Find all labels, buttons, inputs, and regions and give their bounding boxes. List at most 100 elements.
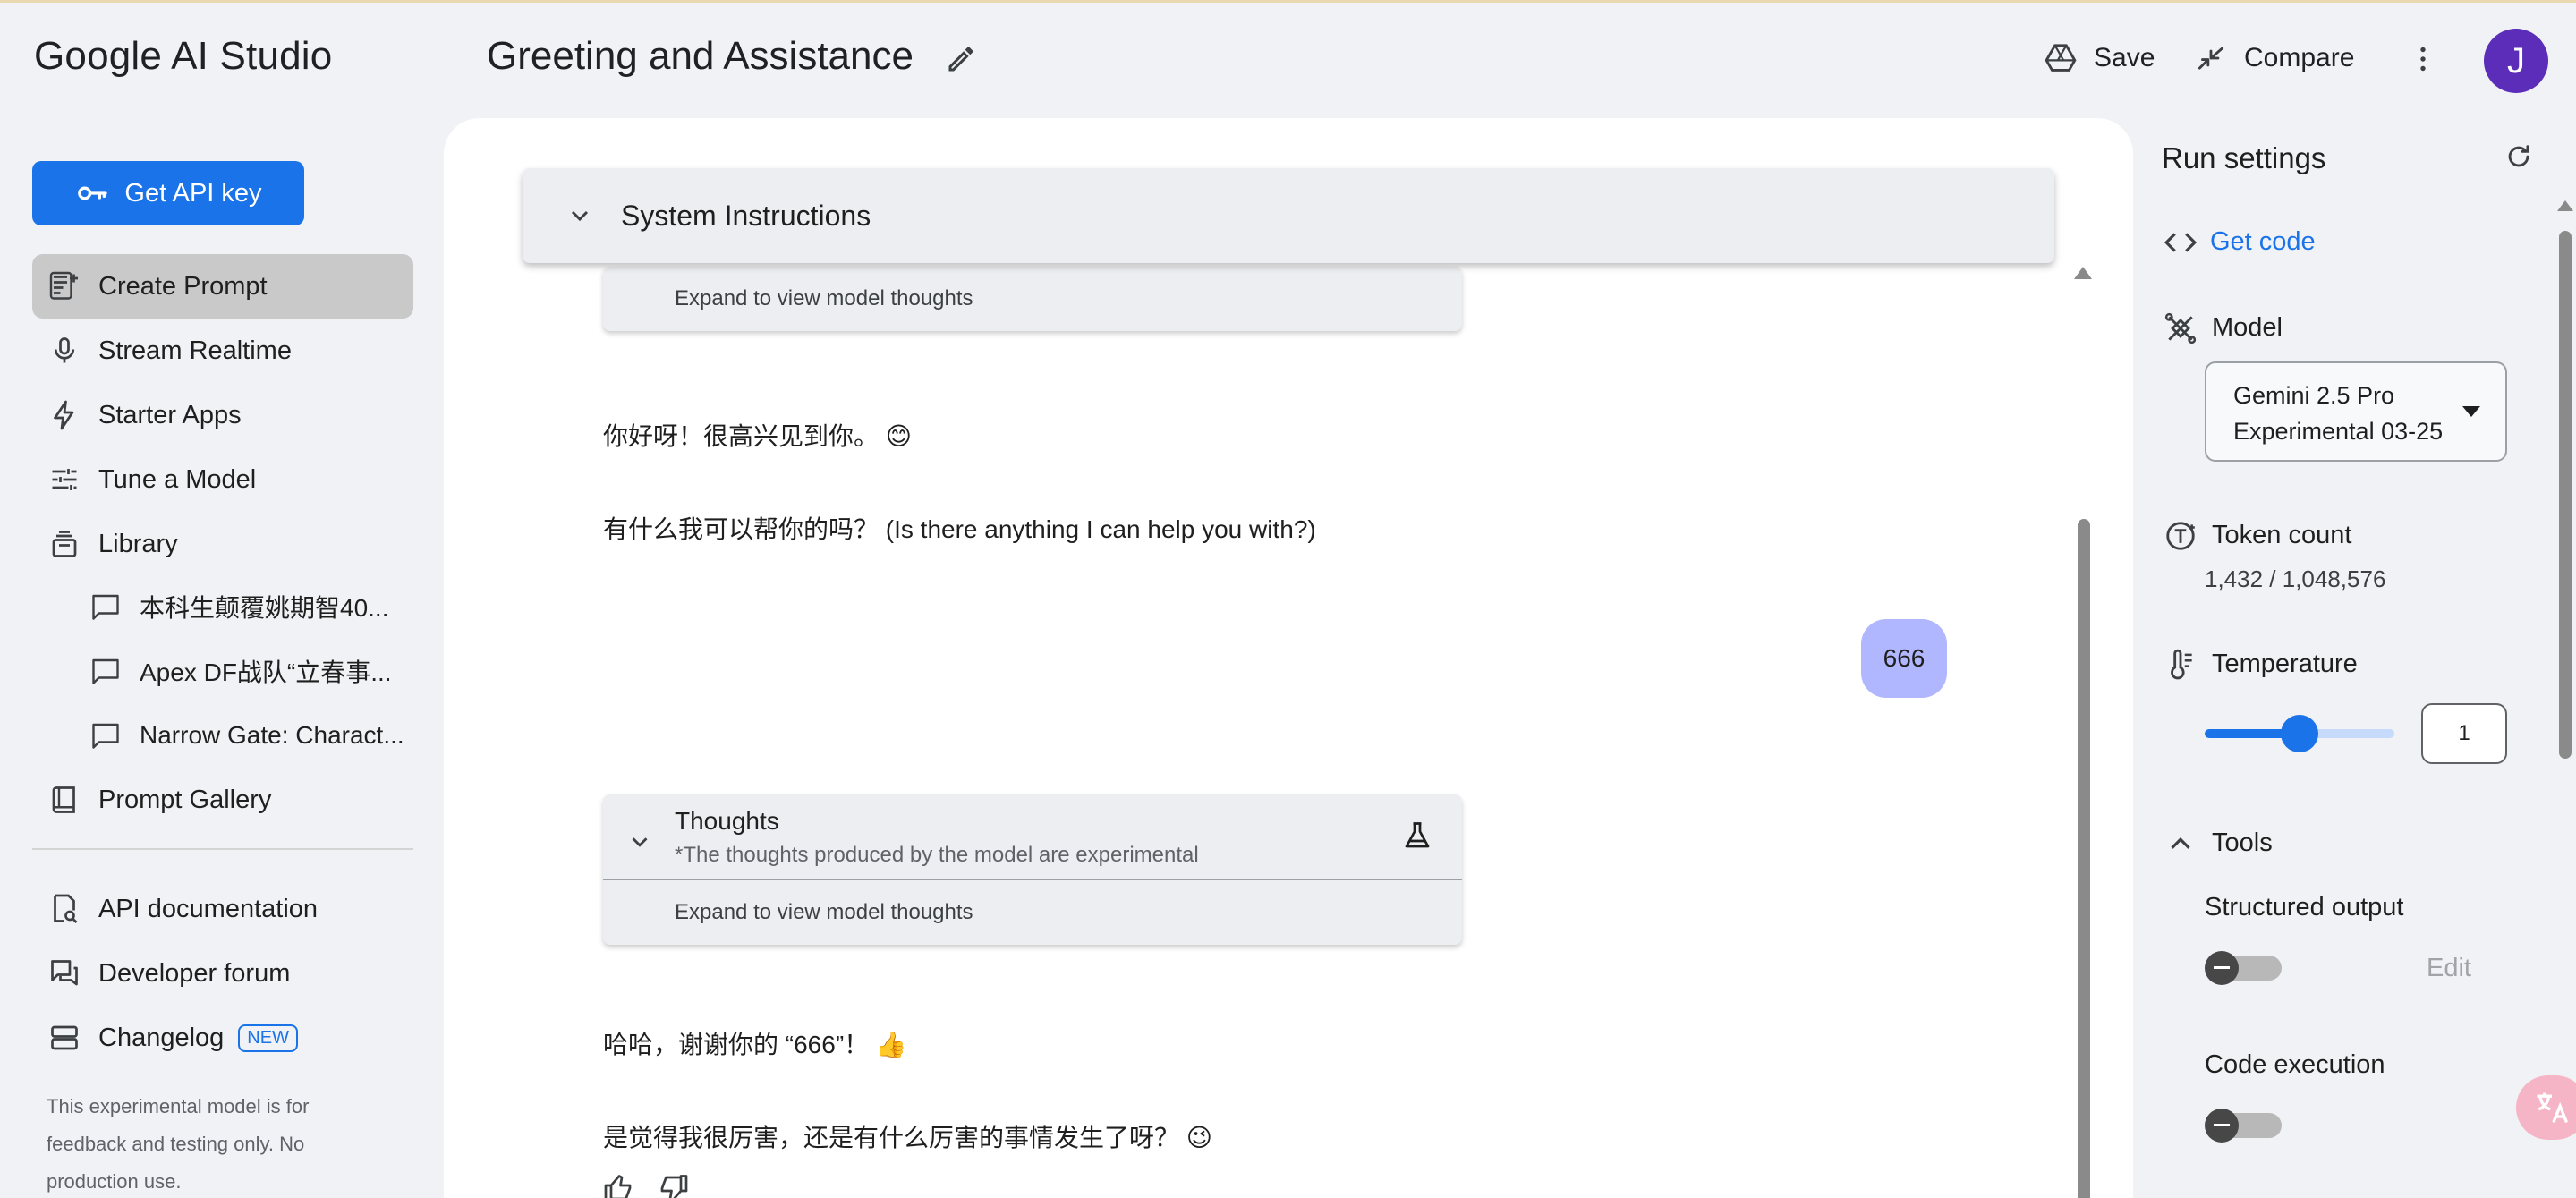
get-code-link[interactable]: Get code xyxy=(2210,227,2316,257)
more-options-icon[interactable] xyxy=(2407,41,2439,77)
pencil-icon[interactable] xyxy=(945,43,977,75)
model-icon xyxy=(2164,312,2197,344)
model-message: 有什么我可以帮你的吗？ (Is there anything I can hel… xyxy=(603,515,1316,543)
sidebar-item-api-documentation[interactable]: API documentation xyxy=(32,877,413,941)
sidebar-item-label: Developer forum xyxy=(98,958,291,988)
temperature-input[interactable]: 1 xyxy=(2421,703,2507,764)
dropdown-caret-icon xyxy=(2462,406,2480,417)
toggle-knob xyxy=(2205,1109,2239,1143)
code-execution-label: Code execution xyxy=(2205,1050,2385,1079)
save-label: Save xyxy=(2094,43,2155,72)
flask-icon xyxy=(1405,822,1430,848)
reset-icon[interactable] xyxy=(2504,141,2534,172)
compare-button[interactable]: Compare xyxy=(2194,41,2354,75)
sidebar-item-label: Create Prompt xyxy=(98,271,268,301)
translate-icon xyxy=(2537,1092,2569,1124)
settings-scroll-up-arrow[interactable] xyxy=(2557,200,2573,211)
sidebar-item-create-prompt[interactable]: Create Prompt xyxy=(32,254,413,319)
thumbs-up-icon[interactable] xyxy=(603,1172,635,1198)
sidebar-item-label: Prompt Gallery xyxy=(98,785,272,814)
thoughts-panel: Thoughts *The thoughts produced by the m… xyxy=(603,794,1462,945)
thoughts-panel-collapsed: Expand to view model thoughts xyxy=(603,267,1462,331)
prompt-title: Greeting and Assistance xyxy=(487,34,914,78)
model-message: 哈哈，谢谢你的 “666”！ 👍 xyxy=(603,1031,907,1058)
sliders-icon xyxy=(47,462,82,497)
chat-scrollbar-thumb[interactable] xyxy=(2078,519,2090,1198)
thoughts-subtitle: *The thoughts produced by the model are … xyxy=(675,843,1199,867)
model-select-value-line2: Experimental 03-25 xyxy=(2233,418,2444,445)
create-prompt-icon xyxy=(47,268,82,304)
microphone-icon xyxy=(47,333,82,369)
thoughts-title: Thoughts xyxy=(675,807,779,835)
sidebar-item-label: Library xyxy=(98,529,178,558)
sidebar-item-developer-forum[interactable]: Developer forum xyxy=(32,941,413,1006)
key-icon xyxy=(78,186,108,200)
thermometer-icon xyxy=(2171,649,2192,680)
drive-icon xyxy=(2045,44,2077,72)
chevron-down-icon xyxy=(632,837,648,847)
chat-scroll-up-arrow[interactable] xyxy=(2074,267,2092,279)
sidebar-item-label: Starter Apps xyxy=(98,400,242,429)
temperature-slider[interactable] xyxy=(2205,715,2394,752)
code-execution-toggle[interactable] xyxy=(2205,1109,2282,1143)
library-item-label: Narrow Gate: Charact... xyxy=(140,721,404,749)
compare-icon xyxy=(2198,47,2224,70)
thoughts-header[interactable]: Thoughts *The thoughts produced by the m… xyxy=(603,794,1462,880)
lightning-icon xyxy=(47,397,82,433)
sidebar-item-stream-realtime[interactable]: Stream Realtime xyxy=(32,319,413,383)
structured-output-label: Structured output xyxy=(2205,893,2404,922)
structured-output-edit-link[interactable]: Edit xyxy=(2427,954,2471,983)
sidebar-item-tune-a-model[interactable]: Tune a Model xyxy=(32,447,413,512)
sidebar-item-label: Changelog xyxy=(98,1023,225,1052)
thumbs-down-icon[interactable] xyxy=(657,1172,689,1198)
book-icon xyxy=(47,782,82,818)
translate-button[interactable] xyxy=(2516,1075,2576,1140)
system-instructions-label: System Instructions xyxy=(621,199,871,232)
new-badge: NEW xyxy=(238,1024,298,1052)
temperature-label: Temperature xyxy=(2212,650,2358,678)
get-api-key-button[interactable]: Get API key xyxy=(32,161,304,225)
tools-label[interactable]: Tools xyxy=(2212,828,2273,858)
chat-bubble-icon xyxy=(92,594,119,620)
toggle-knob xyxy=(2205,951,2239,985)
code-icon xyxy=(2164,233,2198,252)
chat-bubble-icon xyxy=(92,723,119,749)
library-item[interactable]: Apex DF战队“立春事... xyxy=(89,642,413,700)
chat-bubble-icon xyxy=(92,658,119,684)
expand-thoughts-link[interactable]: Expand to view model thoughts xyxy=(603,880,1462,945)
model-label: Model xyxy=(2212,313,2283,342)
chat-panel: System Instructions Expand to view model… xyxy=(444,118,2133,1198)
structured-output-toggle[interactable] xyxy=(2205,951,2282,985)
chevron-up-icon[interactable] xyxy=(2164,827,2198,861)
model-message: 是觉得我很厉害，还是有什么厉害的事情发生了呀？ 😉 xyxy=(603,1124,1212,1151)
chevron-down-icon xyxy=(571,210,589,222)
sidebar-item-changelog[interactable]: Changelog NEW xyxy=(32,1006,413,1070)
token-count-value: 1,432 / 1,048,576 xyxy=(2205,565,2386,592)
forum-icon xyxy=(47,956,82,991)
feedback-actions xyxy=(603,1172,689,1198)
temperature-slider-thumb[interactable] xyxy=(2281,715,2318,752)
library-item[interactable]: 本科生颠覆姚期智40... xyxy=(89,578,413,635)
get-api-key-label: Get API key xyxy=(124,178,262,208)
sidebar-item-prompt-gallery[interactable]: Prompt Gallery xyxy=(32,768,413,832)
token-icon xyxy=(2166,522,2195,550)
settings-scrollbar-thumb[interactable] xyxy=(2559,231,2572,759)
app-title[interactable]: Google AI Studio xyxy=(34,34,332,79)
library-item-label: Apex DF战队“立春事... xyxy=(140,658,392,686)
sidebar-item-label: Stream Realtime xyxy=(98,336,292,365)
model-select[interactable]: Gemini 2.5 Pro Experimental 03-25 xyxy=(2205,361,2507,462)
save-button[interactable]: Save xyxy=(2044,41,2155,75)
system-instructions-header[interactable]: System Instructions xyxy=(523,168,2054,263)
sidebar-divider xyxy=(32,848,413,850)
api-doc-icon xyxy=(47,891,82,927)
sidebar-item-label: API documentation xyxy=(98,894,319,923)
sidebar-item-starter-apps[interactable]: Starter Apps xyxy=(32,383,413,447)
compare-label: Compare xyxy=(2244,43,2355,72)
sidebar-item-library[interactable]: Library xyxy=(32,512,413,576)
user-avatar[interactable]: J xyxy=(2484,29,2548,93)
library-item[interactable]: Narrow Gate: Charact... xyxy=(89,707,413,764)
user-message: 666 xyxy=(1861,619,1947,698)
token-count-label: Token count xyxy=(2212,521,2352,549)
expand-thoughts-link[interactable]: Expand to view model thoughts xyxy=(603,267,1462,331)
experimental-disclaimer: This experimental model is for feedback … xyxy=(47,1095,310,1193)
